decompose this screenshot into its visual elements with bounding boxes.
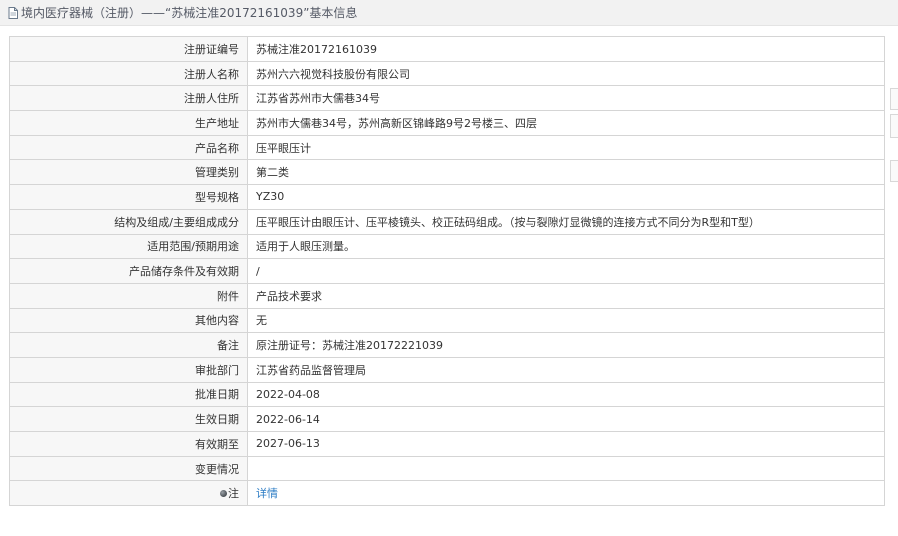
row-value: 苏械注准20172161039 — [247, 36, 885, 62]
row-label: 产品储存条件及有效期 — [9, 258, 248, 284]
row-label: 结构及组成/主要组成成分 — [9, 208, 248, 235]
row-label: 生效日期 — [9, 406, 248, 432]
side-tab[interactable] — [890, 114, 898, 138]
page-title: 境内医疗器械（注册）——“苏械注准20172161039”基本信息 — [21, 6, 358, 20]
row-label: 注册人住所 — [9, 85, 248, 112]
table-row: 产品名称 压平眼压计 — [9, 134, 885, 161]
registration-info-table: 注册证编号 苏械注准20172161039 注册人名称 苏州六六视觉科技股份有限公司… — [9, 36, 885, 507]
table-row: 产品储存条件及有效期 / — [9, 258, 885, 284]
row-value — [247, 455, 885, 482]
row-label: 批准日期 — [9, 381, 248, 408]
row-label: 型号规格 — [9, 184, 248, 210]
row-label: 附件 — [9, 282, 248, 309]
row-label: 变更情况 — [9, 455, 248, 482]
side-tab[interactable] — [890, 88, 898, 110]
row-label: 产品名称 — [9, 134, 248, 161]
row-label: 生产地址 — [9, 110, 248, 136]
table-row: 结构及组成/主要组成成分 压平眼压计由眼压计、压平棱镜头、校正砝码组成。（按与裂隙… — [9, 208, 885, 235]
row-label: 注册证编号 — [9, 36, 248, 62]
table-row: 注 详情 — [9, 480, 885, 507]
table-row: 批准日期 2022-04-08 — [9, 381, 885, 408]
row-value: 苏州六六视觉科技股份有限公司 — [247, 60, 885, 87]
row-value: YZ30 — [247, 184, 885, 210]
row-label: 其他内容 — [9, 307, 248, 334]
table-row: 生产地址 苏州市大儒巷34号，苏州高新区锦峰路9号2号楼三、四层 — [9, 110, 885, 136]
row-value: 适用于人眼压测量。 — [247, 233, 885, 260]
row-label: 有效期至 — [9, 431, 248, 457]
note-label-cell: 注 — [9, 480, 248, 507]
row-value: 第二类 — [247, 159, 885, 186]
row-label: 管理类别 — [9, 159, 248, 186]
row-value: 压平眼压计 — [247, 134, 885, 161]
document-icon — [8, 6, 18, 19]
row-value: 压平眼压计由眼压计、压平棱镜头、校正砝码组成。（按与裂隙灯显微镜的连接方式不同分… — [247, 208, 885, 235]
row-value: 苏州市大儒巷34号，苏州高新区锦峰路9号2号楼三、四层 — [247, 110, 885, 136]
side-tab[interactable] — [890, 160, 898, 182]
row-value: 江苏省药品监督管理局 — [247, 356, 885, 383]
table-row: 有效期至 2027-06-13 — [9, 431, 885, 457]
row-label: 适用范围/预期用途 — [9, 233, 248, 260]
row-value: 2022-06-14 — [247, 406, 885, 432]
row-label: 注册人名称 — [9, 60, 248, 87]
table-row: 型号规格 YZ30 — [9, 184, 885, 210]
row-value: 2027-06-13 — [247, 431, 885, 457]
table-row: 适用范围/预期用途 适用于人眼压测量。 — [9, 233, 885, 260]
row-value: 江苏省苏州市大儒巷34号 — [247, 85, 885, 112]
table-row: 注册证编号 苏械注准20172161039 — [9, 36, 885, 62]
row-value: 原注册证号：苏械注准20172221039 — [247, 332, 885, 358]
row-value: 产品技术要求 — [247, 282, 885, 309]
row-value: / — [247, 258, 885, 284]
table-row: 其他内容无 — [9, 307, 885, 334]
table-row: 附件 产品技术要求 — [9, 282, 885, 309]
table-row: 管理类别 第二类 — [9, 159, 885, 186]
table-row: 备注 原注册证号：苏械注准20172221039 — [9, 332, 885, 358]
details-link[interactable]: 详情 — [247, 480, 885, 507]
table-row: 注册人住所 江苏省苏州市大儒巷34号 — [9, 85, 885, 112]
note-bullet-icon — [220, 489, 227, 497]
table-row: 注册人名称 苏州六六视觉科技股份有限公司 — [9, 60, 885, 87]
title-bar: 境内医疗器械（注册）——“苏械注准20172161039”基本信息 — [0, 0, 898, 26]
table-row: 变更情况 — [9, 455, 885, 482]
row-label: 注 — [228, 487, 239, 501]
row-label: 备注 — [9, 332, 248, 358]
table-row: 生效日期 2022-06-14 — [9, 406, 885, 432]
table-row: 审批部门 江苏省药品监督管理局 — [9, 356, 885, 383]
row-value: 无 — [247, 307, 885, 334]
row-label: 审批部门 — [9, 356, 248, 383]
row-value: 2022-04-08 — [247, 381, 885, 408]
